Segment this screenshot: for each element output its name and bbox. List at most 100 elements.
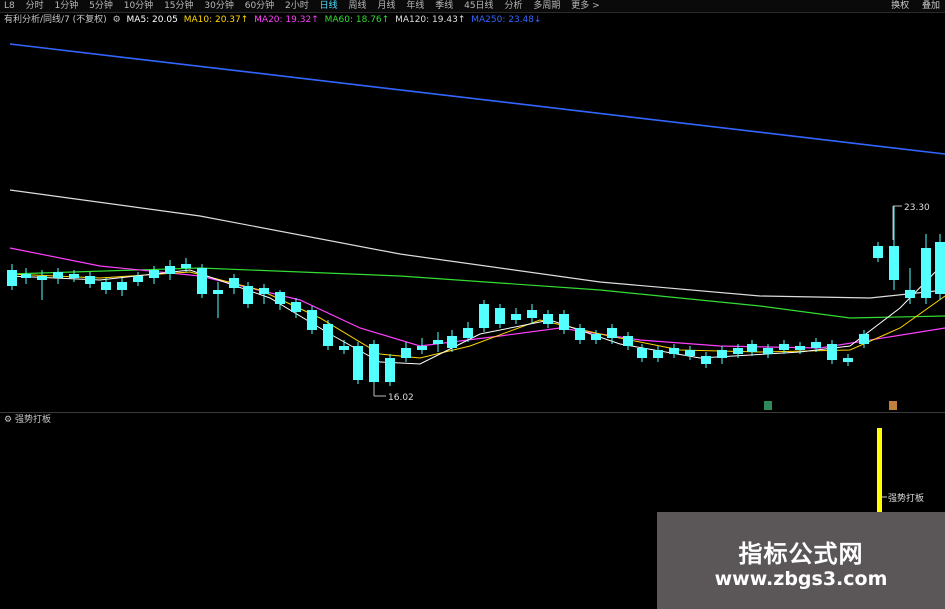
- period-45day[interactable]: 45日线: [460, 0, 497, 12]
- overlay-button[interactable]: 叠加: [917, 0, 945, 12]
- period-monthly[interactable]: 月线: [373, 0, 399, 12]
- ma60-label: MA60: 18.76↑: [324, 15, 390, 25]
- candle-body[interactable]: [669, 348, 679, 354]
- event-marker-green[interactable]: [764, 401, 772, 410]
- candle-body[interactable]: [827, 344, 837, 360]
- candle-body[interactable]: [463, 328, 473, 338]
- indicator-title[interactable]: 有利分析/同线/7 (不复权): [4, 15, 107, 25]
- candle-body[interactable]: [559, 314, 569, 330]
- candle-body[interactable]: [795, 346, 805, 350]
- candle-body[interactable]: [291, 302, 301, 312]
- period-1min[interactable]: 1分钟: [51, 0, 83, 12]
- candle-body[interactable]: [623, 336, 633, 346]
- toolbar-right: 换权 叠加: [886, 0, 945, 12]
- price-annotations: 23.30 16.02: [373, 203, 930, 410]
- period-daily[interactable]: 日线: [316, 0, 342, 12]
- candle-body[interactable]: [733, 348, 743, 354]
- candle-body[interactable]: [701, 356, 711, 364]
- period-toolbar: L8 分时 1分钟 5分钟 10分钟 15分钟 30分钟 60分钟 2小时 日线…: [0, 0, 945, 13]
- candle-body[interactable]: [685, 350, 695, 356]
- candle-body[interactable]: [353, 346, 363, 380]
- period-multi[interactable]: 多周期: [529, 0, 564, 12]
- watermark: 指标公式网 www.zbgs3.com: [657, 512, 945, 609]
- candle-body[interactable]: [921, 248, 931, 298]
- candle-body[interactable]: [21, 274, 31, 278]
- watermark-url: www.zbgs3.com: [714, 568, 888, 590]
- candle-body[interactable]: [747, 344, 757, 352]
- candle-body[interactable]: [69, 274, 79, 278]
- candle-body[interactable]: [53, 272, 63, 278]
- subchart-title: ⚙ 强势打板: [4, 414, 51, 426]
- candle-body[interactable]: [37, 276, 47, 280]
- candle-body[interactable]: [433, 340, 443, 344]
- period-15min[interactable]: 15分钟: [160, 0, 197, 12]
- candle-body[interactable]: [275, 292, 285, 304]
- event-marker-orange[interactable]: [889, 401, 897, 410]
- candle-body[interactable]: [385, 358, 395, 382]
- period-60min[interactable]: 60分钟: [241, 0, 278, 12]
- candle-body[interactable]: [811, 342, 821, 348]
- period-quarterly[interactable]: 季线: [431, 0, 457, 12]
- candle-body[interactable]: [889, 246, 899, 280]
- candle-body[interactable]: [905, 290, 915, 298]
- gear-icon[interactable]: ⚙: [113, 15, 121, 25]
- candle-body[interactable]: [495, 308, 505, 324]
- candle-body[interactable]: [323, 324, 333, 346]
- candle-body[interactable]: [873, 246, 883, 258]
- candle-body[interactable]: [935, 242, 945, 294]
- period-5min[interactable]: 5分钟: [85, 0, 117, 12]
- period-10min[interactable]: 10分钟: [120, 0, 157, 12]
- candle-body[interactable]: [511, 314, 521, 320]
- candle-body[interactable]: [197, 268, 207, 294]
- ma5-label: MA5: 20.05: [126, 15, 178, 25]
- candle-body[interactable]: [165, 266, 175, 274]
- period-more[interactable]: 更多 >: [567, 0, 603, 12]
- candle-body[interactable]: [101, 282, 111, 290]
- candle-body[interactable]: [181, 264, 191, 268]
- period-yearly[interactable]: 年线: [402, 0, 428, 12]
- gear-icon[interactable]: ⚙: [4, 415, 12, 425]
- candle-body[interactable]: [637, 348, 647, 358]
- subchart-title-label: 强势打板: [14, 415, 51, 425]
- candle-body[interactable]: [117, 282, 127, 290]
- candle-body[interactable]: [243, 286, 253, 304]
- candle-body[interactable]: [575, 328, 585, 340]
- candle-body[interactable]: [7, 270, 17, 286]
- candle-body[interactable]: [229, 278, 239, 288]
- period-intraday[interactable]: 分时: [22, 0, 48, 12]
- candle-body[interactable]: [339, 346, 349, 350]
- candle-body[interactable]: [717, 350, 727, 358]
- candle-body[interactable]: [447, 336, 457, 348]
- candle-body[interactable]: [859, 334, 869, 344]
- candle-body[interactable]: [259, 288, 269, 294]
- period-30min[interactable]: 30分钟: [200, 0, 237, 12]
- candle-body[interactable]: [527, 310, 537, 318]
- candle-body[interactable]: [133, 276, 143, 282]
- candle-body[interactable]: [591, 334, 601, 340]
- signal-label: 强势打板: [888, 492, 924, 504]
- ma-legend-row: 有利分析/同线/7 (不复权) ⚙ MA5: 20.05 MA10: 20.37…: [4, 14, 545, 26]
- candle-body[interactable]: [843, 358, 853, 362]
- period-analysis[interactable]: 分析: [500, 0, 526, 12]
- candle-body[interactable]: [401, 348, 411, 358]
- candle-body[interactable]: [213, 290, 223, 294]
- candle-body[interactable]: [653, 350, 663, 358]
- candle-body[interactable]: [417, 346, 427, 350]
- candle-body[interactable]: [779, 344, 789, 350]
- period-l8[interactable]: L8: [0, 0, 19, 12]
- candle-body[interactable]: [85, 276, 95, 284]
- candle-body[interactable]: [543, 314, 553, 324]
- ma20-line: [9, 247, 945, 349]
- period-weekly[interactable]: 周线: [345, 0, 371, 12]
- candle-body[interactable]: [369, 344, 379, 382]
- candle-body[interactable]: [149, 270, 159, 278]
- panel-divider: [0, 412, 945, 413]
- candle-body[interactable]: [479, 304, 489, 328]
- candle-body[interactable]: [307, 310, 317, 330]
- period-2hour[interactable]: 2小时: [281, 0, 313, 12]
- watermark-title: 指标公式网: [738, 540, 864, 568]
- candlestick-chart[interactable]: 23.30 16.02: [0, 28, 945, 412]
- adjust-button[interactable]: 换权: [886, 0, 914, 12]
- candle-body[interactable]: [607, 328, 617, 338]
- candle-body[interactable]: [763, 348, 773, 354]
